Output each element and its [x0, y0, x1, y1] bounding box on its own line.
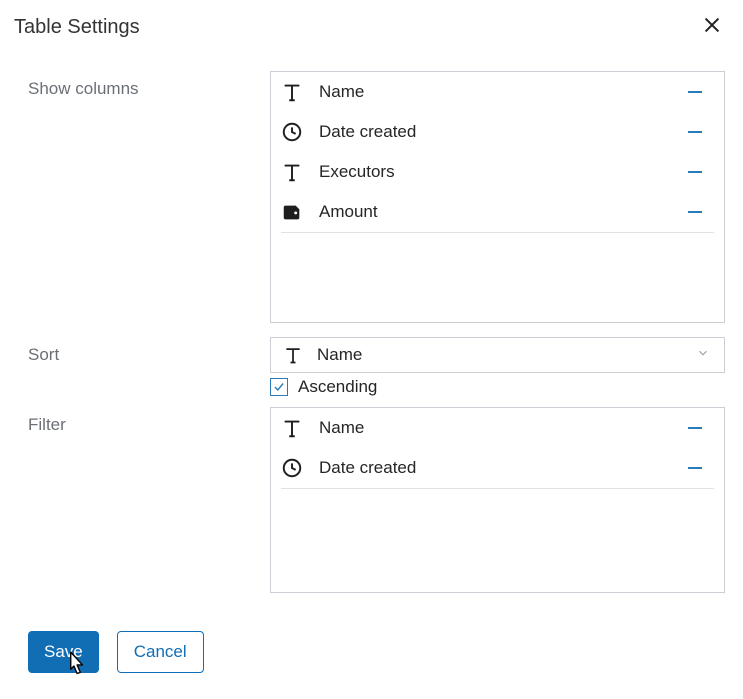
column-item-amount[interactable]: Amount	[271, 192, 724, 232]
cancel-button[interactable]: Cancel	[117, 631, 204, 673]
remove-icon[interactable]	[688, 427, 702, 429]
dialog-title: Table Settings	[14, 16, 140, 39]
divider	[281, 488, 714, 489]
clock-icon	[279, 119, 305, 145]
sort-field-value: Name	[317, 345, 362, 365]
remove-icon[interactable]	[688, 171, 702, 173]
show-columns-label: Show columns	[14, 71, 270, 99]
filters-panel: Name Date created	[270, 407, 725, 593]
text-icon	[281, 343, 305, 367]
chevron-down-icon	[696, 346, 710, 365]
save-button[interactable]: Save	[28, 631, 99, 673]
sort-field-select[interactable]: Name	[270, 337, 725, 373]
column-item-executors[interactable]: Executors	[271, 152, 724, 192]
column-item-date-created[interactable]: Date created	[271, 112, 724, 152]
remove-icon[interactable]	[688, 131, 702, 133]
column-label: Date created	[319, 122, 416, 142]
text-icon	[279, 159, 305, 185]
text-icon	[279, 415, 305, 441]
filter-item-label: Name	[319, 418, 364, 438]
column-item-name[interactable]: Name	[271, 72, 724, 112]
remove-icon[interactable]	[688, 211, 702, 213]
close-button[interactable]	[699, 12, 725, 43]
ascending-label: Ascending	[298, 377, 377, 397]
divider	[281, 232, 714, 233]
column-label: Executors	[319, 162, 395, 182]
clock-icon	[279, 455, 305, 481]
filter-item-label: Date created	[319, 458, 416, 478]
filter-item-date-created[interactable]: Date created	[271, 448, 724, 488]
close-icon	[701, 23, 723, 40]
ascending-checkbox[interactable]	[270, 378, 288, 396]
filter-item-name[interactable]: Name	[271, 408, 724, 448]
remove-icon[interactable]	[688, 91, 702, 93]
column-label: Amount	[319, 202, 378, 222]
sort-label: Sort	[14, 337, 270, 365]
text-icon	[279, 79, 305, 105]
remove-icon[interactable]	[688, 467, 702, 469]
column-label: Name	[319, 82, 364, 102]
columns-panel: Name Date created Executors Amount	[270, 71, 725, 323]
filter-label: Filter	[14, 407, 270, 435]
wallet-icon	[279, 199, 305, 225]
